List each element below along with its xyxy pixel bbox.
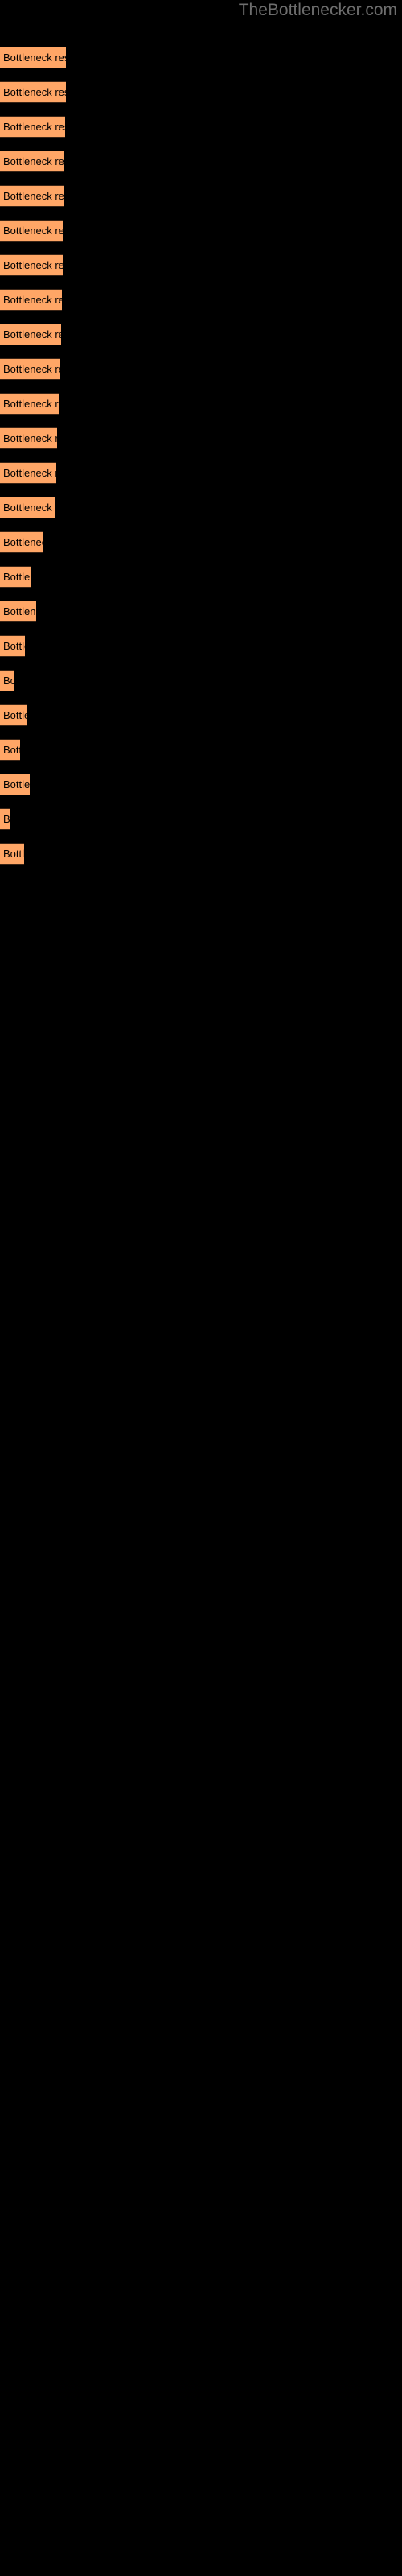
bar-label: Bottleneck result: [3, 502, 55, 514]
bottleneck-result-bar[interactable]: Bottleneck result: [0, 808, 10, 830]
bottleneck-result-bar[interactable]: Bottleneck result: [0, 601, 36, 622]
bar-label: Bottleneck result: [3, 536, 43, 548]
page-root: TheBottlenecker.com Bottleneck resultBot…: [0, 0, 402, 2576]
bottleneck-result-bar[interactable]: Bottleneck result: [0, 774, 30, 795]
bottleneck-result-bar[interactable]: Bottleneck result: [0, 151, 64, 172]
bar-label: Bottleneck result: [3, 121, 65, 133]
bar-label: Bottleneck result: [3, 709, 27, 721]
bottleneck-result-bar[interactable]: Bottleneck result: [0, 81, 66, 103]
bottleneck-result-bar[interactable]: Bottleneck result: [0, 185, 64, 207]
bar-label: Bottleneck result: [3, 432, 57, 444]
bar-label: Bottleneck result: [3, 398, 59, 410]
bottleneck-result-bar[interactable]: Bottleneck result: [0, 566, 31, 588]
bar-label: Bottleneck result: [3, 778, 30, 791]
site-title: TheBottlenecker.com: [238, 1, 397, 19]
bar-label: Bottleneck result: [3, 848, 24, 860]
bottleneck-result-bar[interactable]: Bottleneck result: [0, 116, 65, 138]
bar-label: Bottleneck result: [3, 190, 64, 202]
bottleneck-result-bar[interactable]: Bottleneck result: [0, 635, 25, 657]
bottleneck-result-bar[interactable]: Bottleneck result: [0, 220, 63, 242]
bar-label: Bottleneck result: [3, 363, 60, 375]
bar-label: Bottleneck result: [3, 640, 25, 652]
bar-label: Bottleneck result: [3, 467, 56, 479]
bottleneck-result-bar[interactable]: Bottleneck result: [0, 324, 61, 345]
bar-label: Bottleneck result: [3, 744, 20, 756]
bottleneck-result-bar[interactable]: Bottleneck result: [0, 843, 24, 865]
bar-label: Bottleneck result: [3, 605, 36, 617]
bar-label: Bottleneck result: [3, 294, 62, 306]
bottleneck-result-bar[interactable]: Bottleneck result: [0, 393, 59, 415]
bar-label: Bottleneck result: [3, 52, 66, 64]
bar-label: Bottleneck result: [3, 225, 63, 237]
bottleneck-result-bar[interactable]: Bottleneck result: [0, 531, 43, 553]
bar-label: Bottleneck result: [3, 86, 66, 98]
bar-label: Bottleneck result: [3, 259, 63, 271]
bottleneck-result-bar[interactable]: Bottleneck result: [0, 358, 60, 380]
bottleneck-result-bar[interactable]: Bottleneck result: [0, 670, 14, 691]
bottleneck-bar-chart: Bottleneck result Bottleneck result Bottle…: [0, 47, 402, 865]
bar-label: Bottleneck result: [3, 675, 14, 687]
bar-label: Bottleneck result: [3, 813, 10, 825]
bottleneck-result-bar[interactable]: Bottleneck result: [0, 462, 56, 484]
bottleneck-result-bar[interactable]: Bottleneck result: [0, 427, 57, 449]
bottleneck-result-bar[interactable]: Bottleneck result: [0, 47, 66, 68]
bar-label: Bottleneck result: [3, 571, 31, 583]
bottleneck-result-bar[interactable]: Bottleneck result: [0, 289, 62, 311]
bottleneck-result-bar[interactable]: Bottleneck result: [0, 739, 20, 761]
bar-label: Bottleneck result: [3, 328, 61, 341]
bottleneck-result-bar[interactable]: Bottleneck result: [0, 497, 55, 518]
bottleneck-result-bar[interactable]: Bottleneck result: [0, 704, 27, 726]
bottleneck-result-bar[interactable]: Bottleneck result: [0, 254, 63, 276]
bar-label: Bottleneck result: [3, 155, 64, 167]
